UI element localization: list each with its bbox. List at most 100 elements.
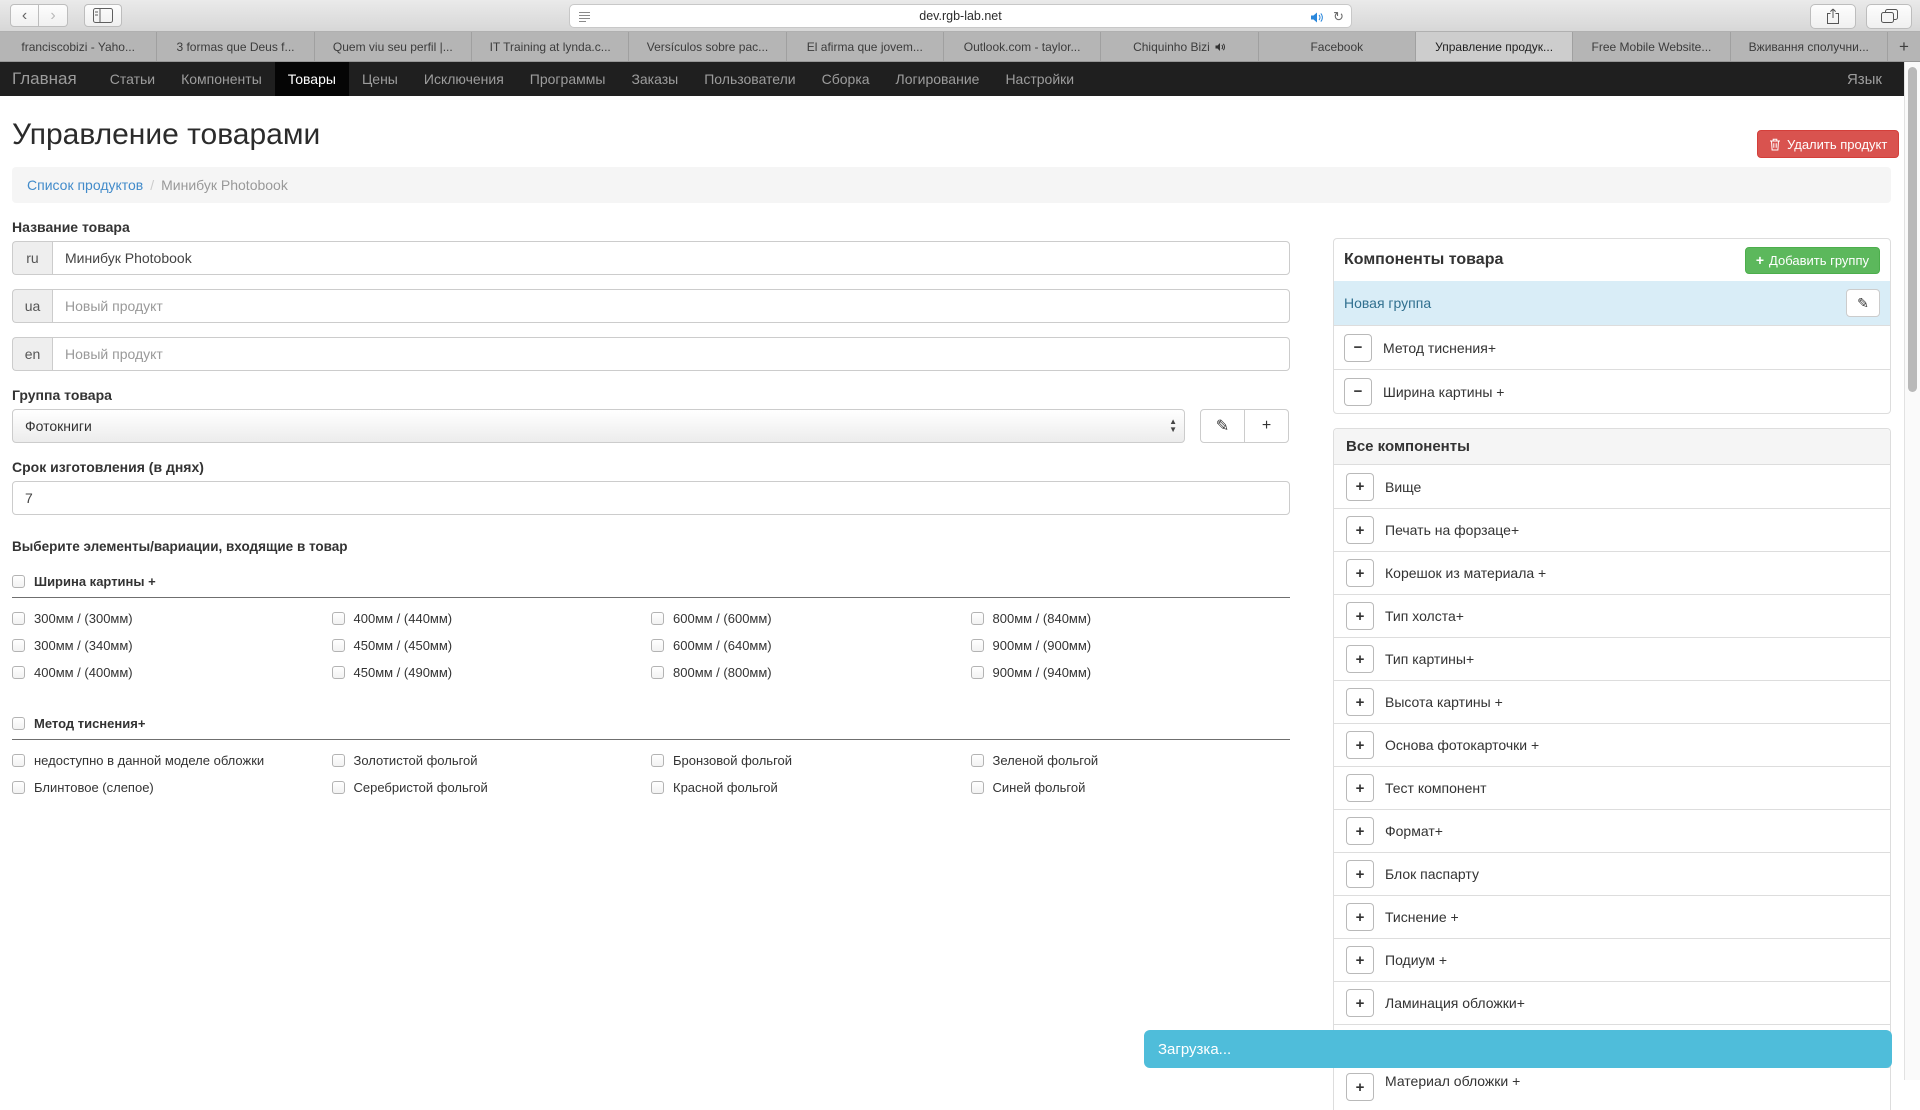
tab-7[interactable]: Outlook.com - taylor... <box>944 32 1101 61</box>
add-component-button[interactable]: + <box>1346 903 1374 931</box>
product-name-input-ua[interactable] <box>52 289 1290 323</box>
checkbox[interactable] <box>12 781 25 794</box>
section-width-checkbox[interactable] <box>12 575 25 588</box>
tab-5[interactable]: Versículos sobre pac... <box>629 32 786 61</box>
new-group-row[interactable]: Новая группа ✎ <box>1334 281 1890 325</box>
tab-2[interactable]: 3 formas que Deus f... <box>157 32 314 61</box>
section-embossing-checkbox[interactable] <box>12 717 25 730</box>
share-button[interactable] <box>1810 4 1856 29</box>
checkbox[interactable] <box>971 781 984 794</box>
checkbox[interactable] <box>332 612 345 625</box>
checkbox[interactable] <box>651 612 664 625</box>
tab-6[interactable]: El afirma que jovem... <box>787 32 944 61</box>
sidebar-toggle-button[interactable] <box>84 4 122 27</box>
checkbox-option[interactable]: Красной фольгой <box>651 780 971 795</box>
checkbox-option[interactable]: 900мм / (900мм) <box>971 638 1291 653</box>
checkbox[interactable] <box>651 639 664 652</box>
checkbox[interactable] <box>651 666 664 679</box>
delete-product-button[interactable]: Удалить продукт <box>1757 130 1899 158</box>
nav-item-users[interactable]: Пользователи <box>691 62 808 96</box>
add-component-button[interactable]: + <box>1346 1073 1374 1101</box>
checkbox[interactable] <box>971 754 984 767</box>
audio-speaker-icon[interactable] <box>1310 11 1325 24</box>
product-group-select[interactable]: Фотокниги ▲▼ <box>12 409 1185 443</box>
checkbox[interactable] <box>12 666 25 679</box>
checkbox[interactable] <box>332 666 345 679</box>
nav-item-prices[interactable]: Цены <box>349 62 411 96</box>
edit-group-name-button[interactable]: ✎ <box>1846 289 1880 317</box>
checkbox[interactable] <box>651 754 664 767</box>
nav-item-build[interactable]: Сборка <box>809 62 883 96</box>
checkbox[interactable] <box>12 754 25 767</box>
nav-item-components[interactable]: Компоненты <box>168 62 275 96</box>
nav-item-exceptions[interactable]: Исключения <box>411 62 517 96</box>
add-component-button[interactable]: + <box>1346 473 1374 501</box>
add-component-button[interactable]: + <box>1346 946 1374 974</box>
edit-group-button[interactable]: ✎ <box>1200 409 1245 443</box>
checkbox-option[interactable]: 450мм / (490мм) <box>332 665 652 680</box>
navbar-brand[interactable]: Главная <box>12 62 77 96</box>
breadcrumb-products-link[interactable]: Список продуктов <box>27 177 143 193</box>
checkbox[interactable] <box>332 639 345 652</box>
nav-item-programs[interactable]: Программы <box>517 62 619 96</box>
checkbox[interactable] <box>651 781 664 794</box>
product-name-input-ru[interactable] <box>52 241 1290 275</box>
add-component-button[interactable]: + <box>1346 731 1374 759</box>
add-component-button[interactable]: + <box>1346 774 1374 802</box>
checkbox-option[interactable]: Бронзовой фольгой <box>651 753 971 768</box>
checkbox[interactable] <box>332 781 345 794</box>
add-component-group-button[interactable]: + Добавить группу <box>1745 247 1880 274</box>
checkbox[interactable] <box>12 612 25 625</box>
add-component-button[interactable]: + <box>1346 989 1374 1017</box>
add-component-button[interactable]: + <box>1346 559 1374 587</box>
checkbox-option[interactable]: Серебристой фольгой <box>332 780 652 795</box>
product-name-input-en[interactable] <box>52 337 1290 371</box>
remove-component-button[interactable]: − <box>1344 378 1372 406</box>
checkbox[interactable] <box>971 666 984 679</box>
checkbox-option[interactable]: 800мм / (840мм) <box>971 611 1291 626</box>
add-component-button[interactable]: + <box>1346 860 1374 888</box>
page-scrollbar[interactable] <box>1904 62 1920 1080</box>
checkbox-option[interactable]: 300мм / (300мм) <box>12 611 332 626</box>
checkbox-option[interactable]: Золотистой фольгой <box>332 753 652 768</box>
remove-component-button[interactable]: − <box>1344 334 1372 362</box>
production-term-input[interactable] <box>12 481 1290 515</box>
tab-8[interactable]: Chiquinho Bizi <box>1101 32 1258 61</box>
add-component-button[interactable]: + <box>1346 602 1374 630</box>
checkbox-option[interactable]: 400мм / (440мм) <box>332 611 652 626</box>
address-bar[interactable]: dev.rgb-lab.net ↻ <box>569 4 1352 28</box>
add-component-button[interactable]: + <box>1346 817 1374 845</box>
checkbox-option[interactable]: 450мм / (450мм) <box>332 638 652 653</box>
nav-item-logging[interactable]: Логирование <box>883 62 993 96</box>
tab-audio-icon[interactable] <box>1215 42 1226 52</box>
forward-button[interactable]: › <box>39 4 68 27</box>
checkbox-option[interactable]: недоступно в данной моделе обложки <box>12 753 332 768</box>
tab-11[interactable]: Free Mobile Website... <box>1573 32 1730 61</box>
new-tab-button[interactable]: + <box>1888 32 1920 61</box>
checkbox[interactable] <box>12 639 25 652</box>
tab-3[interactable]: Quem viu seu perfil |... <box>315 32 472 61</box>
checkbox[interactable] <box>971 639 984 652</box>
checkbox-option[interactable]: Блинтовое (слепое) <box>12 780 332 795</box>
checkbox-option[interactable]: 600мм / (600мм) <box>651 611 971 626</box>
nav-item-articles[interactable]: Статьи <box>97 62 168 96</box>
add-component-button[interactable]: + <box>1346 645 1374 673</box>
scrollbar-thumb[interactable] <box>1908 67 1917 392</box>
nav-item-settings[interactable]: Настройки <box>992 62 1087 96</box>
checkbox[interactable] <box>971 612 984 625</box>
checkbox-option[interactable]: 900мм / (940мм) <box>971 665 1291 680</box>
show-tabs-button[interactable] <box>1866 4 1912 29</box>
checkbox-option[interactable]: 600мм / (640мм) <box>651 638 971 653</box>
add-component-button[interactable]: + <box>1346 688 1374 716</box>
back-button[interactable]: ‹ <box>10 4 39 27</box>
tab-4[interactable]: IT Training at lynda.c... <box>472 32 629 61</box>
nav-item-language[interactable]: Язык <box>1847 62 1882 96</box>
tab-9[interactable]: Facebook <box>1259 32 1416 61</box>
add-component-button[interactable]: + <box>1346 516 1374 544</box>
checkbox[interactable] <box>332 754 345 767</box>
reload-icon[interactable]: ↻ <box>1333 9 1344 25</box>
tab-12[interactable]: Вживання сполучни... <box>1731 32 1888 61</box>
checkbox-option[interactable]: 800мм / (800мм) <box>651 665 971 680</box>
checkbox-option[interactable]: Зеленой фольгой <box>971 753 1291 768</box>
tab-1[interactable]: franciscobizi - Yaho... <box>0 32 157 61</box>
